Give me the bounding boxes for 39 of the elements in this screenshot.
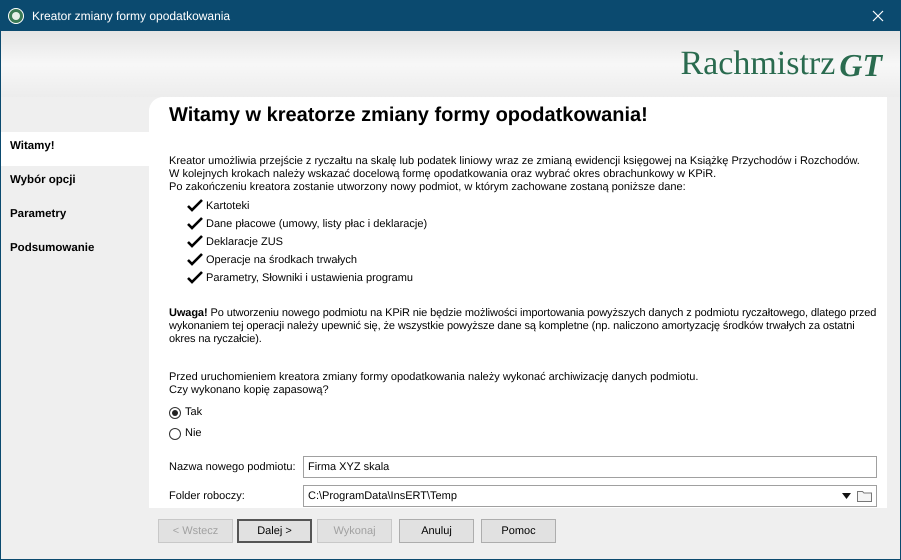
window-title: Kreator zmiany formy opodatkowania	[32, 8, 230, 24]
warning-text: Uwaga! Po utworzeniu nowego podmiotu na KPiR nie będzie możliwości importowania powyższych danych z podmiotu ryczałtowego, dlatego przed wykonaniem tej operacji należy upewnić się, że wszystkie powyższe dane są kompletne (np. naliczono amortyzację środków trwałych za ostatni okres na ryczałcie).	[169, 307, 877, 346]
checkmark-icon	[187, 253, 203, 267]
checkmark-icon	[187, 271, 203, 285]
data-item: Deklaracje ZUS	[206, 234, 284, 250]
radio-option[interactable]: Tak	[169, 402, 202, 423]
sidebar-item[interactable]: Podsumowanie	[1, 234, 149, 268]
radio-option[interactable]: Nie	[169, 423, 202, 444]
logo-text: Rachmistrz	[680, 47, 836, 81]
logo-mark: GT	[839, 49, 882, 81]
sidebar-item[interactable]: Wybór opcji	[1, 166, 149, 200]
intro-text: W kolejnych krokach należy wskazać docelową formę opodatkowania oraz wybrać okres obrachunkowy w KPiR.	[169, 168, 718, 181]
dropdown-icon	[842, 493, 851, 499]
data-item: Parametry, Słowniki i ustawienia programu	[206, 270, 414, 286]
radio-button[interactable]	[169, 428, 181, 440]
text-field[interactable]: Firma XYZ skala	[303, 456, 877, 478]
folder-combo[interactable]: C:\ProgramData\InsERT\Temp	[303, 485, 877, 507]
field-label: Nazwa nowego podmiotu:	[169, 460, 297, 475]
question-text: Przed uruchomieniem kreatora zmiany formy opodatkowania należy wykonać archiwizację danych podmiotu.	[169, 371, 700, 384]
data-item: Operacje na środkach trwałych	[206, 252, 358, 268]
dialog-button[interactable]: Anuluj	[399, 519, 474, 543]
app-icon	[8, 8, 24, 24]
intro-text: Kreator umożliwia przejście z ryczałtu na skalę lub podatek liniowy wraz ze zmianą ewidencji księgowej na Książkę Przychodów i Rozchodów.	[169, 155, 861, 168]
data-item: Dane płacowe (umowy, listy płac i deklaracje)	[206, 216, 428, 232]
field-label: Folder roboczy:	[169, 488, 246, 504]
checkmark-icon	[187, 235, 203, 249]
checkmark-icon	[187, 217, 203, 231]
radio-button[interactable]	[169, 406, 181, 418]
sidebar-item[interactable]: Parametry	[1, 200, 149, 234]
dialog-button[interactable]: Pomoc	[481, 519, 556, 543]
checkmark-icon	[187, 199, 203, 213]
question-text: Czy wykonano kopię zapasową?	[169, 384, 330, 397]
page-heading: Witamy w kreatorze zmiany formy opodatkowania!	[169, 103, 649, 128]
intro-text: Po zakończeniu kreatora zostanie utworzony nowy podmiot, w którym zachowane zostaną poniższe dane:	[169, 181, 687, 194]
sidebar-item[interactable]: Witamy!	[1, 132, 149, 166]
close-icon	[872, 10, 884, 22]
dialog-button[interactable]: Dalej >	[237, 519, 312, 543]
data-item: Kartoteki	[206, 198, 250, 214]
folder-icon	[857, 490, 872, 502]
